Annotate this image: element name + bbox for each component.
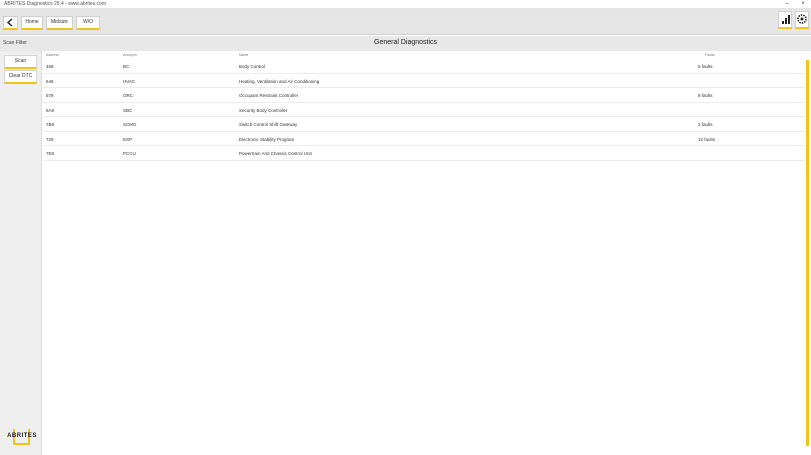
- cell-address: 648: [46, 78, 54, 84]
- column-header-address[interactable]: Address: [46, 53, 59, 57]
- cell-acronym: PCCU: [123, 151, 136, 156]
- cell-name: Heating, Ventilation and Air Conditionin…: [239, 78, 320, 84]
- column-header-name[interactable]: Name: [239, 53, 248, 57]
- cell-name: Occupant Restraint Controller: [239, 93, 299, 98]
- cell-address: 7B8: [46, 122, 55, 127]
- gear-icon: [797, 14, 807, 24]
- sidebar: Scan Clear DTC: [0, 51, 42, 455]
- cell-name: Electronic Stability Program: [239, 136, 295, 142]
- column-header-acronym[interactable]: Acronym: [123, 53, 137, 57]
- cell-address: 6A8: [46, 107, 55, 113]
- cell-address: 578: [46, 93, 54, 98]
- cell-faults: 12 faults: [698, 136, 716, 142]
- cell-address: 728: [46, 136, 54, 142]
- back-button[interactable]: [3, 16, 18, 30]
- clear-dtc-button[interactable]: Clear DTC: [4, 70, 37, 84]
- cell-acronym: SBC: [123, 107, 133, 113]
- column-header-faults[interactable]: Faults: [705, 53, 715, 57]
- scan-filter-label[interactable]: Scan Filter: [3, 40, 27, 46]
- page-header: General Diagnostics Scan Filter: [0, 36, 811, 51]
- ecu-table: Address Acronym Name Faults 468 BC Body …: [43, 51, 806, 455]
- cell-name: Security Body Controller: [239, 107, 288, 113]
- cell-faults: 8 faults: [698, 93, 713, 98]
- breadcrumb-home[interactable]: Home: [21, 16, 43, 30]
- vertical-scrollbar[interactable]: [806, 60, 809, 446]
- cell-address: 468: [46, 64, 54, 69]
- cell-acronym: BC: [123, 64, 130, 69]
- cell-acronym: HVAC: [123, 78, 136, 84]
- minimize-button[interactable]: –: [781, 0, 793, 9]
- abrites-logo: ABRITES: [4, 428, 40, 445]
- table-row[interactable]: 7B8 SCMG Switch Control Shift Gateway 2 …: [43, 117, 806, 132]
- breadcrumb-wo[interactable]: W/O: [76, 16, 100, 30]
- cell-acronym: ESP: [123, 136, 133, 142]
- breadcrumb-midsize[interactable]: Midsize: [46, 16, 73, 30]
- cell-name: Powertrain And Chassis Control Unit: [239, 151, 312, 156]
- window-titlebar: ABRITES Diagnostics 25.4 - www.abrites.c…: [0, 0, 811, 9]
- settings-button[interactable]: [795, 11, 809, 29]
- signal-bars-icon[interactable]: [778, 11, 792, 29]
- cell-acronym: ORC: [123, 93, 133, 98]
- table-row[interactable]: 468 BC Body Control 5 faults: [43, 59, 806, 74]
- cell-address: 7E8: [46, 151, 55, 156]
- close-button[interactable]: ×: [797, 0, 809, 9]
- scan-button[interactable]: Scan: [4, 55, 37, 69]
- cell-faults: 2 faults: [698, 122, 713, 127]
- window-title: ABRITES Diagnostics 25.4 - www.abrites.c…: [4, 1, 106, 7]
- cell-name: Switch Control Shift Gateway: [239, 122, 298, 127]
- table-row[interactable]: 6A8 SBC Security Body Controller: [43, 103, 806, 117]
- top-toolbar: Home Midsize W/O: [0, 9, 811, 35]
- cell-faults: 5 faults: [698, 64, 713, 69]
- table-row[interactable]: 7E8 PCCU Powertrain And Chassis Control …: [43, 146, 806, 161]
- page-title: General Diagnostics: [373, 39, 438, 46]
- cell-name: Body Control: [239, 64, 266, 69]
- table-row[interactable]: 648 HVAC Heating, Ventilation and Air Co…: [43, 74, 806, 88]
- table-row[interactable]: 728 ESP Electronic Stability Program 12 …: [43, 132, 806, 146]
- table-row[interactable]: 578 ORC Occupant Restraint Controller 8 …: [43, 88, 806, 103]
- cell-acronym: SCMG: [123, 122, 137, 127]
- chevron-left-icon: [6, 18, 13, 27]
